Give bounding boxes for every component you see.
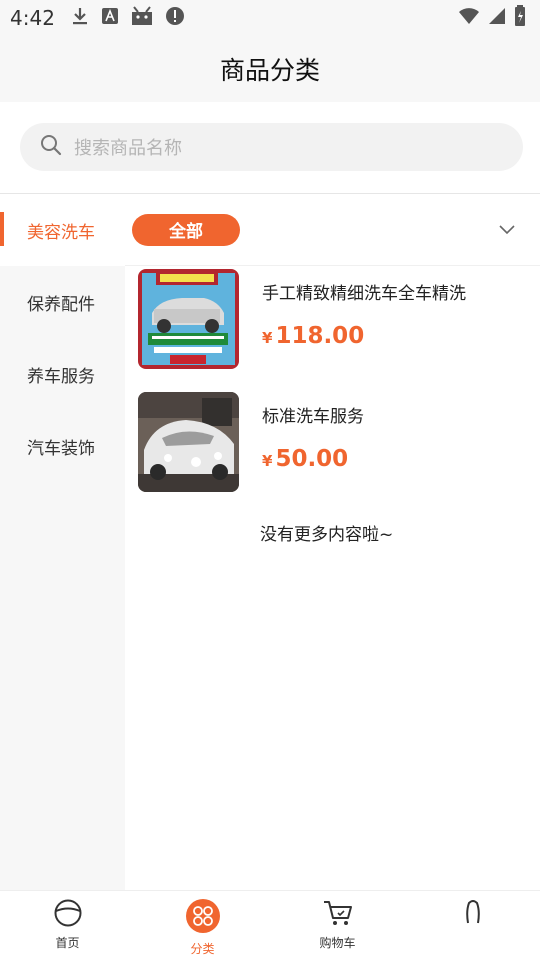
filter-bar: 全部	[125, 194, 540, 266]
filter-chip-all[interactable]: 全部	[132, 213, 240, 246]
currency-symbol: ¥	[262, 452, 273, 470]
android-debug-icon	[131, 6, 153, 30]
price-amount: 50.00	[275, 446, 349, 472]
product-price: ¥ 118.00	[262, 323, 364, 349]
price-amount: 118.00	[275, 323, 365, 349]
cart-icon	[322, 899, 354, 931]
page-title: 商品分类	[219, 56, 320, 85]
header: 商品分类	[0, 36, 540, 102]
tab-label: 分类	[190, 942, 215, 956]
currency-symbol: ¥	[262, 329, 273, 347]
font-app-icon	[101, 7, 119, 29]
tab-label: 首页	[55, 936, 80, 950]
sidebar-item-label: 汽车装饰	[27, 438, 95, 459]
search-icon	[40, 134, 62, 160]
profile-icon	[463, 899, 483, 929]
search-placeholder: 搜索商品名称	[74, 138, 182, 159]
product-item[interactable]: 手工精致精细洗车全车精洗 ¥ 118.00	[138, 269, 533, 369]
tab-label: 购物车	[319, 936, 356, 950]
search-input[interactable]: 搜索商品名称	[20, 123, 523, 171]
sidebar-item-car-wash[interactable]: 美容洗车	[0, 194, 125, 266]
status-bar: 4:42	[0, 0, 540, 36]
signal-icon	[488, 7, 506, 29]
tab-category[interactable]: 分类	[135, 891, 270, 960]
product-list-panel: 全部 手工精致精细洗车全车精洗 ¥ 118.00 标准洗车服务 ¥ 50.00 …	[125, 194, 540, 890]
tab-cart[interactable]: 购物车	[270, 891, 405, 960]
tab-home[interactable]: 首页	[0, 891, 135, 960]
sidebar-item-maintenance-parts[interactable]: 保养配件	[0, 266, 125, 338]
sidebar-item-car-decoration[interactable]: 汽车装饰	[0, 410, 125, 482]
chevron-down-icon[interactable]	[499, 220, 515, 239]
list-end-text: 没有更多内容啦~	[260, 525, 394, 545]
download-icon	[71, 6, 89, 30]
steering-wheel-icon	[52, 899, 84, 931]
battery-icon	[514, 5, 526, 31]
product-image	[138, 269, 239, 369]
tab-profile[interactable]	[405, 891, 540, 960]
product-name: 标准洗车服务	[262, 407, 364, 427]
bottom-tab-bar: 首页 分类 购物车	[0, 890, 540, 960]
sidebar-item-label: 养车服务	[27, 366, 95, 387]
product-price: ¥ 50.00	[262, 446, 348, 472]
search-section: 搜索商品名称	[0, 102, 540, 194]
sidebar-item-label: 美容洗车	[27, 222, 95, 243]
product-item[interactable]: 标准洗车服务 ¥ 50.00	[138, 392, 533, 492]
wifi-icon	[458, 7, 480, 29]
category-icon	[185, 899, 220, 937]
sidebar-item-car-service[interactable]: 养车服务	[0, 338, 125, 410]
product-image	[138, 392, 239, 492]
alert-icon	[165, 6, 185, 30]
status-time: 4:42	[10, 6, 55, 30]
product-name: 手工精致精细洗车全车精洗	[262, 284, 466, 304]
category-sidebar: 美容洗车 保养配件 养车服务 汽车装饰	[0, 194, 125, 890]
sidebar-item-label: 保养配件	[27, 294, 95, 315]
